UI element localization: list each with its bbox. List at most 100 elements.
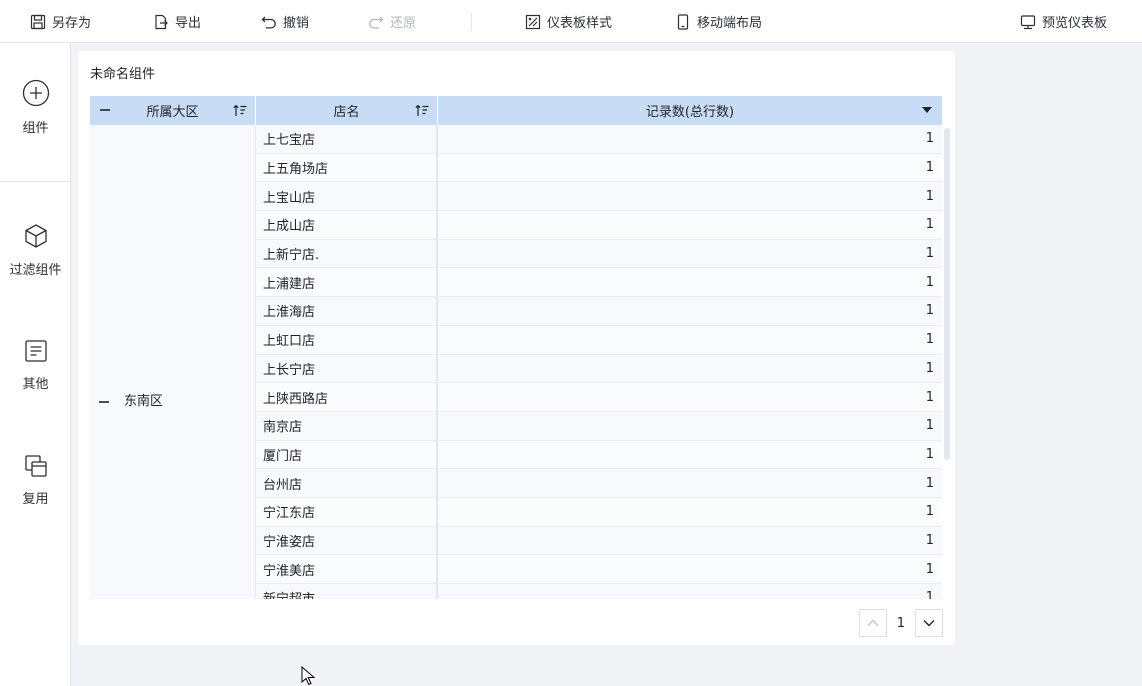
record-count-cell: 1 (925, 561, 934, 577)
pagination: 1 (858, 609, 943, 637)
record-count-cell: 1 (925, 475, 934, 491)
mouse-cursor-icon (301, 666, 316, 686)
store-name-cell: 上新宁店. (256, 239, 438, 268)
chevron-up-icon (867, 619, 879, 626)
store-name-cell: 上五角场店 (256, 153, 438, 182)
redo-label: 还原 (390, 16, 417, 31)
record-count-cell: 1 (925, 360, 934, 376)
store-name-cell: 上浦建店 (256, 268, 438, 297)
store-name-cell: 台州店 (256, 469, 438, 497)
page-next-button[interactable] (915, 609, 943, 637)
table-row[interactable]: 上长宁店 1 (256, 354, 942, 384)
table-header: 所属大区 店名 记录数(总行数) (90, 96, 942, 125)
store-name-cell: 宁淮姿店 (256, 526, 438, 555)
sidebar-item-label: 其他 (22, 377, 49, 392)
collapse-icon[interactable] (99, 397, 109, 407)
mobile-layout-button[interactable]: 移动端布局 (675, 0, 762, 43)
record-count-cell: 1 (925, 274, 934, 290)
table-scrollbar[interactable] (944, 128, 950, 460)
sidebar-item-reuse[interactable]: 复用 (0, 454, 71, 507)
chevron-down-icon (923, 620, 935, 627)
sidebar-item-component[interactable]: 组件 (0, 79, 71, 136)
toolbar-divider (471, 13, 472, 31)
undo-button[interactable]: 撤销 (261, 0, 309, 43)
record-count-cell: 1 (925, 590, 934, 599)
table-row[interactable]: 新宁超市 1 (256, 584, 942, 599)
preview-dashboard-button[interactable]: 预览仪表板 (1020, 0, 1107, 43)
sidebar-item-filter-component[interactable]: 过滤组件 (0, 223, 71, 278)
store-name-cell: 宁淮美店 (256, 555, 438, 583)
column-header-store[interactable]: 店名 (256, 96, 438, 125)
store-name-cell: 上陕西路店 (256, 383, 438, 411)
column-header-region[interactable]: 所属大区 (90, 96, 256, 125)
record-count-cell: 1 (925, 246, 934, 262)
mobile-icon (677, 13, 689, 30)
table-row[interactable]: 上成山店 1 (256, 211, 942, 240)
export-button[interactable]: 导出 (153, 0, 201, 43)
table-widget[interactable]: 未命名组件 所属大区 店名 记录数(总行数) 东南区 上七宝店 1 上五角场店 1 上宝… (78, 51, 955, 645)
sidebar-divider (0, 181, 71, 182)
table-row[interactable]: 上宝山店 1 (256, 182, 942, 212)
table-row[interactable]: 厦门店 1 (256, 440, 942, 470)
export-label: 导出 (175, 16, 202, 31)
table-row[interactable]: 宁淮美店 1 (256, 555, 942, 584)
record-count-cell: 1 (925, 332, 934, 348)
table-row[interactable]: 上陕西路店 1 (256, 383, 942, 412)
table-row[interactable]: 宁淮姿店 1 (256, 526, 942, 556)
store-name-cell: 上虹口店 (256, 325, 438, 354)
record-count-cell: 1 (925, 504, 934, 520)
record-count-cell: 1 (925, 188, 934, 204)
undo-icon (261, 16, 276, 29)
column-header-label: 记录数(总行数) (645, 105, 735, 120)
store-name-cell: 上七宝店 (256, 125, 438, 153)
reuse-icon (24, 455, 47, 477)
region-label: 东南区 (124, 394, 164, 409)
top-toolbar: 另存为 导出 撤销 还原 仪表板样式 移动端布局 预览仪表板 (0, 0, 1142, 43)
cube-icon (24, 224, 47, 248)
redo-icon (369, 16, 384, 29)
page-prev-button[interactable] (858, 609, 887, 637)
table-row[interactable]: 上七宝店 1 (256, 125, 942, 154)
table-row[interactable]: 南京店 1 (256, 411, 942, 441)
undo-label: 撤销 (283, 16, 310, 31)
record-count-cell: 1 (925, 160, 934, 176)
sort-icon[interactable] (233, 104, 247, 117)
collapse-icon[interactable] (100, 105, 110, 115)
column-header-label: 店名 (333, 105, 360, 120)
monitor-icon (1020, 14, 1036, 29)
dashboard-style-label: 仪表板样式 (547, 16, 613, 31)
column-header-label: 所属大区 (146, 105, 199, 120)
store-name-cell: 新宁超市 (256, 584, 438, 599)
save-as-label: 另存为 (52, 16, 92, 31)
mobile-layout-label: 移动端布局 (697, 16, 763, 31)
sidebar-item-label: 过滤组件 (9, 263, 62, 278)
table-row[interactable]: 上淮海店 1 (256, 297, 942, 326)
table-row[interactable]: 宁江东店 1 (256, 497, 942, 527)
style-icon (525, 14, 541, 29)
store-name-cell: 上淮海店 (256, 297, 438, 325)
dashboard-style-button[interactable]: 仪表板样式 (525, 0, 612, 43)
record-count-cell: 1 (925, 217, 934, 233)
record-count-cell: 1 (925, 418, 934, 434)
left-sidebar: 组件 过滤组件 其他 复用 (0, 43, 71, 686)
widget-title: 未命名组件 (90, 67, 156, 82)
save-as-button[interactable]: 另存为 (30, 0, 91, 43)
table-row[interactable]: 台州店 1 (256, 469, 942, 498)
table-row[interactable]: 上五角场店 1 (256, 153, 942, 183)
save-icon (30, 14, 46, 29)
record-count-cell: 1 (925, 532, 934, 548)
table-row[interactable]: 上浦建店 1 (256, 268, 942, 298)
document-icon (24, 340, 47, 362)
sort-icon[interactable] (415, 104, 429, 117)
table-row[interactable]: 上虹口店 1 (256, 325, 942, 355)
column-header-record-count[interactable]: 记录数(总行数) (438, 96, 942, 125)
sidebar-item-other[interactable]: 其他 (0, 339, 71, 392)
sidebar-item-label: 组件 (22, 121, 49, 136)
sidebar-item-label: 复用 (22, 492, 49, 507)
record-count-cell: 1 (925, 131, 934, 147)
redo-button[interactable]: 还原 (368, 0, 416, 43)
table-row[interactable]: 上新宁店. 1 (256, 239, 942, 269)
region-group-cell: 东南区 (90, 125, 256, 599)
preview-dashboard-label: 预览仪表板 (1042, 16, 1108, 31)
dropdown-caret-icon[interactable] (922, 107, 932, 113)
